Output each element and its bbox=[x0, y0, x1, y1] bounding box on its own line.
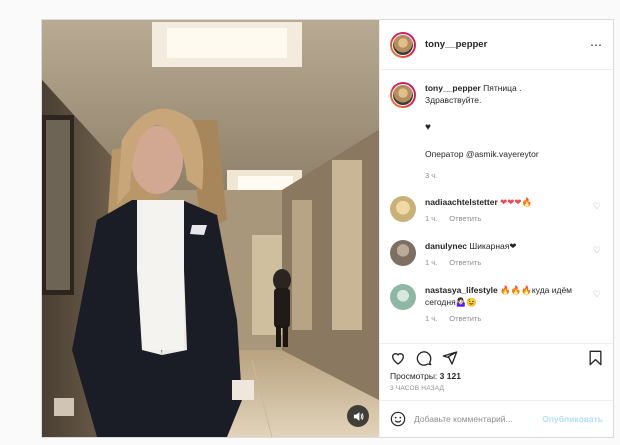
comment-meta: 1 ч. Ответить bbox=[425, 313, 593, 325]
comment-time[interactable]: 1 ч. bbox=[425, 214, 437, 223]
like-icon[interactable] bbox=[390, 350, 406, 366]
save-icon[interactable] bbox=[588, 350, 603, 366]
more-icon[interactable]: ⋯ bbox=[590, 38, 603, 52]
comment-body: nadiaachtelstetter ❤❤❤🔥 1 ч. Ответить bbox=[425, 196, 593, 225]
comment-item: nadiaachtelstetter ❤❤❤🔥 1 ч. Ответить ♡ bbox=[390, 196, 603, 225]
caption-time[interactable]: 3 ч. bbox=[425, 170, 539, 182]
views-value: 3 121 bbox=[439, 371, 461, 381]
comment-like-icon[interactable]: ♡ bbox=[593, 289, 601, 300]
comment-input[interactable] bbox=[414, 414, 543, 424]
comment-meta: 1 ч. Ответить bbox=[425, 257, 593, 269]
comment-like-icon[interactable]: ♡ bbox=[593, 201, 601, 212]
caption-avatar[interactable] bbox=[390, 82, 416, 108]
caption-operator: Оператор @asmik.vayereytor bbox=[425, 149, 539, 159]
emoji-icon[interactable] bbox=[390, 411, 406, 427]
instagram-post: tony__pepper ⋯ tony__pepper Пятница . Зд… bbox=[41, 19, 614, 438]
action-bar bbox=[380, 343, 613, 371]
reply-link[interactable]: Ответить bbox=[449, 314, 481, 323]
comment-username[interactable]: nadiaachtelstetter bbox=[425, 197, 498, 207]
caption-line1: Пятница . bbox=[483, 83, 522, 93]
page: tony__pepper ⋯ tony__pepper Пятница . Зд… bbox=[0, 0, 620, 445]
comment-item: nastasya_lifestyle 🔥🔥🔥куда идём сегодня🤷… bbox=[390, 284, 603, 325]
comment-body: nastasya_lifestyle 🔥🔥🔥куда идём сегодня🤷… bbox=[425, 284, 593, 325]
sound-icon bbox=[353, 411, 363, 421]
share-icon[interactable] bbox=[442, 350, 458, 366]
video-player[interactable] bbox=[42, 20, 379, 437]
sound-toggle-button[interactable] bbox=[347, 405, 369, 427]
views-count: Просмотры: 3 121 bbox=[380, 371, 613, 381]
author-username[interactable]: tony__pepper bbox=[425, 39, 487, 50]
comment-icon[interactable] bbox=[416, 350, 432, 366]
post-header: tony__pepper ⋯ bbox=[380, 20, 613, 70]
comment-text: ❤❤❤🔥 bbox=[500, 197, 533, 207]
comment-avatar[interactable] bbox=[390, 240, 416, 266]
add-comment-bar: Опубликовать bbox=[380, 400, 613, 437]
reply-link[interactable]: Ответить bbox=[449, 258, 481, 267]
comments-section: tony__pepper Пятница . Здравствуйте. ♥ О… bbox=[380, 70, 613, 343]
caption-line2: Здравствуйте. bbox=[425, 95, 482, 105]
comment-list: nadiaachtelstetter ❤❤❤🔥 1 ч. Ответить ♡ d… bbox=[390, 196, 603, 325]
comment-meta: 1 ч. Ответить bbox=[425, 213, 593, 225]
post-time[interactable]: 3 часов назад bbox=[380, 381, 613, 400]
comment-username[interactable]: danulynec bbox=[425, 241, 467, 251]
caption-heart: ♥ bbox=[425, 122, 431, 133]
comment-time[interactable]: 1 ч. bbox=[425, 258, 437, 267]
comment-time[interactable]: 1 ч. bbox=[425, 314, 437, 323]
comment-text: Шикарная❤ bbox=[469, 241, 517, 251]
comment-like-icon[interactable]: ♡ bbox=[593, 245, 601, 256]
caption-username[interactable]: tony__pepper bbox=[425, 83, 481, 93]
publish-button[interactable]: Опубликовать bbox=[542, 414, 603, 424]
post-side-panel: tony__pepper ⋯ tony__pepper Пятница . Зд… bbox=[379, 20, 613, 437]
comment-body: danulynec Шикарная❤ 1 ч. Ответить bbox=[425, 240, 593, 269]
comment-item: danulynec Шикарная❤ 1 ч. Ответить ♡ bbox=[390, 240, 603, 269]
reply-link[interactable]: Ответить bbox=[449, 214, 481, 223]
video-frame bbox=[42, 20, 379, 437]
comment-username[interactable]: nastasya_lifestyle bbox=[425, 285, 498, 295]
comment-avatar[interactable] bbox=[390, 196, 416, 222]
views-label: Просмотры: bbox=[390, 371, 438, 381]
comment-avatar[interactable] bbox=[390, 284, 416, 310]
author-avatar[interactable] bbox=[390, 31, 416, 58]
post-caption: tony__pepper Пятница . Здравствуйте. ♥ О… bbox=[390, 82, 603, 182]
caption-body: tony__pepper Пятница . Здравствуйте. ♥ О… bbox=[425, 82, 539, 182]
